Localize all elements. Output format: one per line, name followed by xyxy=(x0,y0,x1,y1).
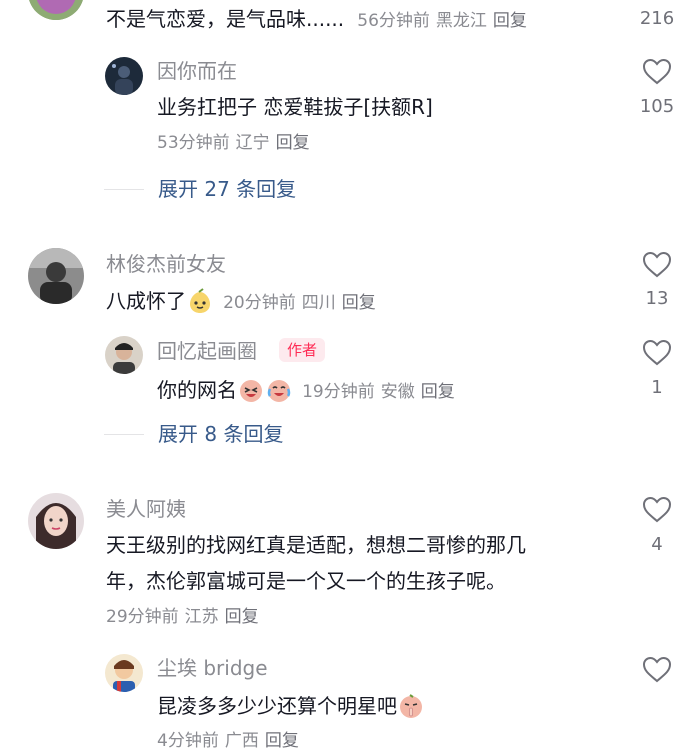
like-count: 1 xyxy=(651,377,663,398)
reply-location: 安徽 xyxy=(380,382,415,402)
reply-button[interactable]: 回复 xyxy=(421,382,455,402)
reply-time: 19分钟前 xyxy=(302,382,375,402)
comment-location: 四川 xyxy=(301,293,336,313)
laughing-emoji xyxy=(238,377,264,403)
reply-location: 广西 xyxy=(224,731,259,751)
like-count: 4 xyxy=(651,534,663,555)
expand-replies-label: 展开 8 条回复 xyxy=(158,422,284,446)
reply-button[interactable]: 回复 xyxy=(276,133,310,153)
comment-location: 江苏 xyxy=(184,607,219,627)
comment-time: 20分钟前 xyxy=(223,293,296,313)
crying-laughing-emoji xyxy=(266,377,292,403)
expand-replies-button[interactable]: 展开 27 条回复 xyxy=(104,179,296,199)
like-count: 105 xyxy=(639,96,675,117)
reply-text: 业务扛把子 恋爱鞋拔子[扶额R] xyxy=(157,95,433,119)
comment-meta: 56分钟前 黑龙江 回复 xyxy=(357,11,533,31)
shush-emoji xyxy=(398,693,424,719)
expand-replies-button[interactable]: 展开 8 条回复 xyxy=(104,424,283,444)
reply-text: 你的网名 xyxy=(157,378,237,402)
comment-time: 29分钟前 xyxy=(106,607,179,627)
heart-icon[interactable] xyxy=(642,496,672,523)
comment-text: 天王级别的找网红真是适配，想想二哥惨的那几 年，杰伦郭富城可是一个又一个的生孩子… xyxy=(106,527,596,599)
reply-meta: 4分钟前 广西 回复 xyxy=(157,733,305,750)
avatar[interactable] xyxy=(28,493,84,549)
reply-button[interactable]: 回复 xyxy=(493,11,527,31)
divider xyxy=(104,188,144,190)
avatar[interactable] xyxy=(28,248,84,304)
pear-emoji xyxy=(187,288,213,314)
comment-location: 黑龙江 xyxy=(435,11,487,31)
username[interactable]: 因你而在 xyxy=(157,61,237,81)
reply-time: 53分钟前 xyxy=(157,133,230,153)
reply-row: 你的网名 19分钟前 安徽 回复 xyxy=(157,377,461,403)
reply-location: 辽宁 xyxy=(235,133,270,153)
like-count: 13 xyxy=(645,288,669,309)
reply-button[interactable]: 回复 xyxy=(342,293,376,313)
comment-text-line: 天王级别的找网红真是适配，想想二哥惨的那几 xyxy=(106,533,526,557)
expand-replies-label: 展开 27 条回复 xyxy=(158,177,297,201)
comment-text: 八成怀了 xyxy=(106,289,186,313)
reply-meta: 19分钟前 安徽 回复 xyxy=(302,382,461,402)
heart-icon[interactable] xyxy=(642,339,672,366)
avatar[interactable] xyxy=(105,654,143,692)
heart-icon[interactable] xyxy=(642,58,672,85)
comment-time: 56分钟前 xyxy=(357,11,430,31)
avatar[interactable] xyxy=(28,0,84,20)
avatar[interactable] xyxy=(105,57,143,95)
comment-text: 不是气恋爱，是气品味...... xyxy=(106,7,345,31)
heart-icon[interactable] xyxy=(642,656,672,683)
comment-text-line: 年，杰伦郭富城可是一个又一个的生孩子呢。 xyxy=(106,569,506,593)
reply-text: 昆凌多多少少还算个明星吧 xyxy=(157,694,397,718)
comment-row: 八成怀了 20分钟前 四川 回复 xyxy=(106,288,382,314)
comment-row: 不是气恋爱，是气品味...... 56分钟前 黑龙江 回复 xyxy=(106,9,533,30)
comment-meta: 29分钟前 江苏 回复 xyxy=(106,609,265,626)
username[interactable]: 尘埃 bridge xyxy=(157,658,268,678)
avatar[interactable] xyxy=(105,336,143,374)
comment-meta: 20分钟前 四川 回复 xyxy=(223,293,382,313)
like-count: 216 xyxy=(639,8,675,29)
username[interactable]: 林俊杰前女友 xyxy=(106,254,226,274)
heart-icon[interactable] xyxy=(642,251,672,278)
reply-row: 昆凌多多少少还算个明星吧 xyxy=(157,693,425,719)
username[interactable]: 回忆起画圈 xyxy=(157,341,257,361)
author-badge: 作者 xyxy=(279,338,326,362)
reply-button[interactable]: 回复 xyxy=(265,731,299,751)
divider xyxy=(104,433,144,435)
reply-time: 4分钟前 xyxy=(157,731,219,751)
reply-meta: 53分钟前 辽宁 回复 xyxy=(157,135,316,152)
username[interactable]: 美人阿姨 xyxy=(106,499,186,519)
reply-button[interactable]: 回复 xyxy=(225,607,259,627)
